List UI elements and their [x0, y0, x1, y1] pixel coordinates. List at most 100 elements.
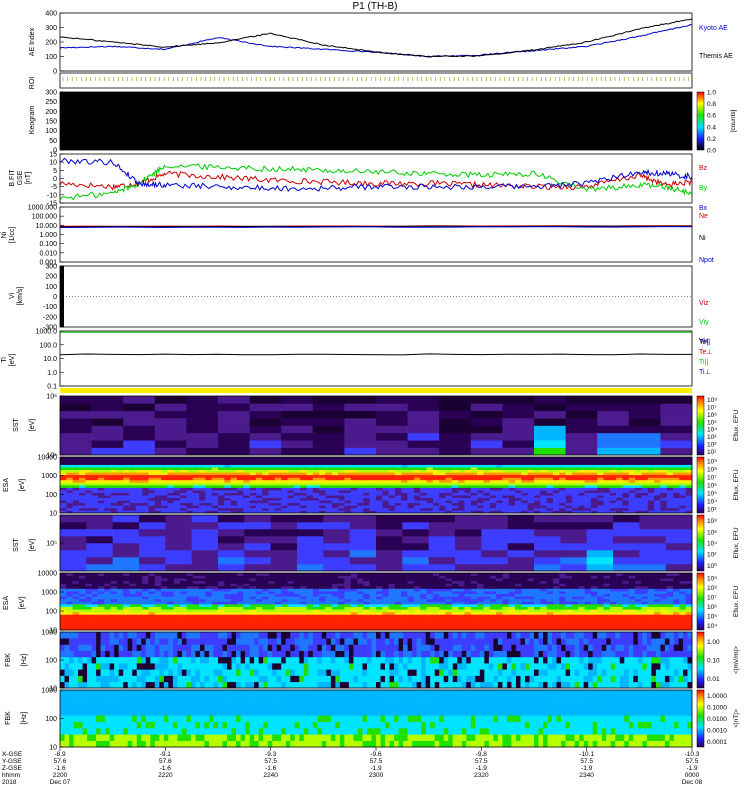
spectrogram-cell [338, 624, 345, 628]
spectrogram-cell [148, 492, 156, 496]
spectrogram-cell [635, 482, 642, 486]
spectrogram-cell [129, 477, 137, 481]
spectrogram-cell [394, 596, 402, 600]
spectrogram-cell [445, 580, 453, 584]
spectrogram-cell [376, 396, 408, 404]
legend-te: Te⊥ [699, 349, 713, 356]
spectrogram-cell [66, 604, 73, 607]
spectrogram-cell [205, 617, 212, 620]
spectrogram-cell [104, 573, 111, 576]
spectrogram-cell [496, 598, 503, 602]
spectrogram-cell [344, 472, 352, 476]
spectrogram-cell [135, 502, 143, 506]
spectrogram-cell [319, 500, 326, 504]
spectrogram-cell [199, 578, 206, 582]
spectrogram-cell [262, 593, 269, 597]
spectrogram-cell [647, 459, 655, 463]
spectrogram-cell [534, 611, 541, 615]
spectrogram-cell [205, 624, 212, 628]
spectrogram-cell [369, 604, 377, 607]
spectrogram-cell [85, 505, 92, 509]
spectrogram-cell [116, 482, 124, 486]
spectrogram-cell [357, 485, 364, 488]
spectrogram-cell [173, 502, 181, 506]
spectrogram-cell [439, 588, 446, 592]
spectrogram-cell [481, 536, 508, 544]
spectrogram-cell [527, 469, 535, 473]
spectrogram-cell [142, 611, 149, 615]
spectrogram-cell [255, 464, 263, 468]
spectrogram-cell [218, 492, 225, 496]
spectrogram-cell [135, 497, 143, 501]
spectrogram-cell [312, 601, 320, 605]
spectrogram-cell [154, 580, 162, 584]
spectrogram-cell [407, 596, 415, 600]
spectrogram-cell [116, 622, 124, 626]
spectrogram-cell [590, 591, 598, 595]
spectrogram-cell [534, 522, 561, 530]
spectrogram-cell [590, 457, 598, 460]
spectrogram-cell [628, 507, 636, 511]
spectrogram-cell [428, 543, 456, 551]
spectrogram-cell [236, 614, 244, 618]
spectrogram-cell [515, 580, 522, 584]
spectrogram-cell [407, 585, 415, 589]
spectrogram-cell [603, 485, 611, 488]
spectrogram-cell [97, 598, 105, 602]
spectrogram-cell [426, 593, 434, 597]
spectrogram-cell [319, 619, 326, 623]
spectrogram-cell [180, 505, 187, 509]
spectrogram-cell [350, 601, 358, 605]
y-tick-label: 100 [45, 284, 57, 291]
colorbar-tick-label: 10⁸ [707, 467, 717, 474]
spectrogram-cell [590, 502, 598, 506]
spectrogram-cell [584, 505, 592, 509]
spectrogram-cell [236, 591, 244, 595]
spectrogram-cell [167, 474, 175, 478]
spectrogram-cell [116, 583, 124, 587]
spectrogram-cell [135, 457, 143, 460]
spectrogram-cell [502, 593, 510, 597]
spectrogram-cell [293, 585, 301, 589]
spectrogram-cell [413, 598, 421, 602]
spectrogram-cell [376, 447, 408, 456]
spectrogram-cell [72, 485, 80, 488]
spectrogram-cell [382, 507, 389, 511]
spectrogram-cell [331, 583, 339, 587]
spectrogram-cell [502, 418, 535, 426]
spectrogram-cell [388, 583, 396, 587]
spectrogram-cell [584, 593, 592, 597]
spectrogram-cell [616, 467, 623, 471]
spectrogram-cell [293, 583, 301, 587]
spectrogram-cell [123, 505, 130, 509]
spectrogram-cell [401, 604, 408, 607]
spectrogram-cell [142, 617, 149, 620]
spectrogram-cell [255, 606, 263, 610]
spectrogram-cell [445, 622, 453, 626]
spectrogram-cell [350, 472, 358, 476]
spectrogram-cell [344, 490, 352, 493]
spectrogram-cell [546, 479, 554, 483]
spectrogram-cell [451, 622, 459, 626]
spectrogram-cell [616, 614, 623, 618]
spectrogram-cell [154, 619, 162, 623]
spectrogram-cell [458, 591, 465, 595]
spectrogram-cell [628, 622, 636, 626]
spectrogram-cell [287, 467, 295, 471]
spectrogram-cell [350, 492, 358, 496]
spectrogram-cell [420, 601, 427, 605]
spectrogram-cell [584, 606, 592, 610]
spectrogram-cell [167, 487, 175, 491]
spectrogram-cell [413, 609, 421, 613]
spectrogram-cell [445, 472, 453, 476]
spectrogram-cell [325, 598, 333, 602]
spectrogram-cell [571, 474, 579, 478]
spectrogram-cell [420, 459, 427, 463]
spectrogram-cell [199, 487, 206, 491]
spectrogram-cell [679, 487, 686, 491]
spectrogram-cell [578, 606, 585, 610]
spectrogram-cell [135, 593, 143, 597]
spectrogram-cell [224, 614, 231, 618]
spectrogram-cell [402, 522, 429, 530]
legend-by: By [699, 185, 708, 192]
